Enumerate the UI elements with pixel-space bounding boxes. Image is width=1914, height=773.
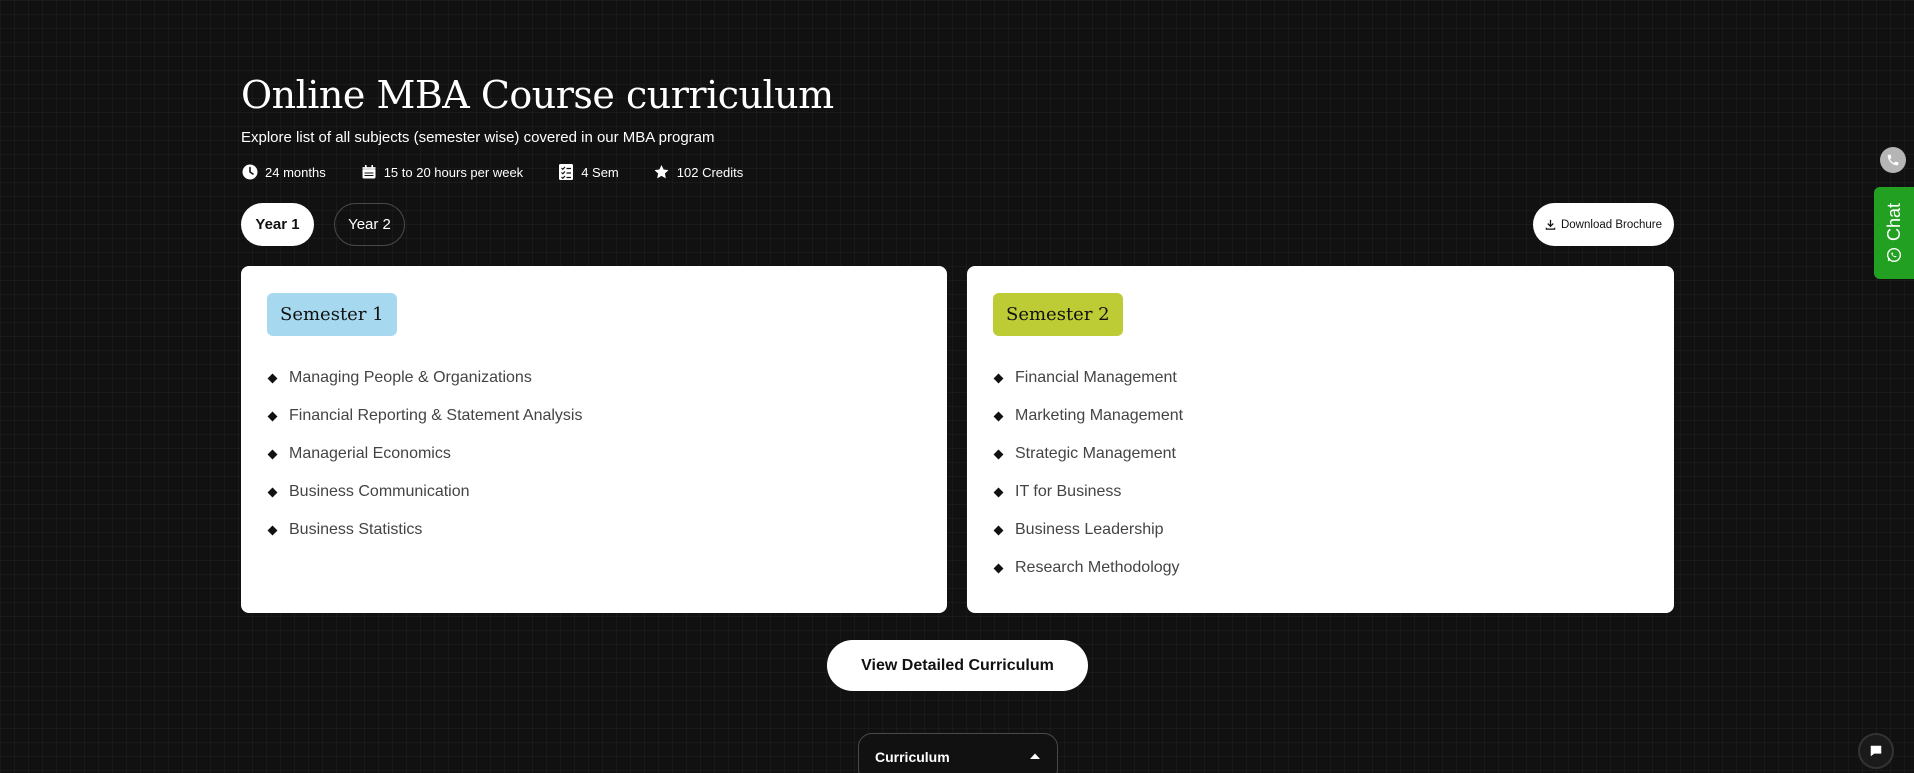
bullet-icon [267, 525, 278, 535]
list-item: Managing People & Organizations [267, 359, 582, 397]
stat-label: 102 Credits [676, 164, 744, 180]
semester-badge: Semester 2 [993, 293, 1123, 336]
subject-list: Financial Management Marketing Managemen… [993, 359, 1184, 587]
phone-icon [1886, 153, 1900, 167]
message-icon [1869, 744, 1883, 758]
semester-card-2: Semester 2 Financial Management Marketin… [967, 266, 1674, 613]
stat-hours: 15 to 20 hours per week [360, 163, 523, 181]
stat-label: 15 to 20 hours per week [383, 164, 524, 180]
list-item: Financial Management [993, 359, 1183, 397]
list-item: Strategic Management [993, 435, 1183, 473]
clock-icon [241, 163, 259, 181]
subject-label: Strategic Management [1015, 445, 1176, 462]
subject-label: Managing People & Organizations [289, 369, 532, 386]
list-item: IT for Business [993, 473, 1183, 511]
bullet-icon [993, 563, 1004, 573]
stat-label: 24 months [265, 164, 326, 180]
subject-label: IT for Business [1015, 483, 1122, 500]
whatsapp-icon [1886, 247, 1902, 263]
subject-label: Business Communication [289, 483, 470, 500]
subject-label: Marketing Management [1015, 407, 1184, 424]
semester-badge: Semester 1 [267, 293, 397, 336]
list-item: Research Methodology [993, 549, 1183, 587]
page-title: Online MBA Course curriculum [241, 73, 834, 117]
subject-label: Business Leadership [1015, 521, 1164, 538]
calendar-icon [360, 163, 378, 181]
list-item: Business Communication [267, 473, 582, 511]
subject-list: Managing People & Organizations Financia… [267, 359, 583, 549]
bullet-icon [267, 373, 278, 383]
bullet-icon [993, 411, 1004, 421]
bullet-icon [993, 525, 1004, 535]
subject-label: Research Methodology [1015, 559, 1180, 576]
subject-label: Financial Reporting & Statement Analysis [289, 407, 583, 424]
bullet-icon [267, 449, 278, 459]
bullet-icon [267, 411, 278, 421]
view-detailed-curriculum-button[interactable]: View Detailed Curriculum [827, 640, 1088, 691]
chevron-up-icon [1029, 749, 1041, 760]
semester-card-1: Semester 1 Managing People & Organizatio… [241, 266, 947, 613]
tab-year-1[interactable]: Year 1 [241, 203, 314, 246]
stat-credits: 102 Credits [653, 163, 743, 181]
chat-button[interactable]: Chat [1874, 187, 1914, 279]
course-stats: 24 months 15 to 20 hours per week 4 Sem … [241, 162, 777, 182]
bullet-icon [993, 373, 1004, 383]
subject-label: Financial Management [1015, 369, 1177, 386]
list-item: Business Leadership [993, 511, 1183, 549]
list-item: Business Statistics [267, 511, 582, 549]
stat-semesters: 4 Sem [557, 163, 619, 181]
list-item: Marketing Management [993, 397, 1184, 435]
chat-label: Chat [1883, 202, 1904, 242]
tab-year-2[interactable]: Year 2 [334, 203, 405, 246]
bullet-icon [993, 487, 1004, 497]
phone-button[interactable] [1880, 147, 1906, 173]
page-subtitle: Explore list of all subjects (semester w… [241, 129, 715, 146]
list-item: Financial Reporting & Statement Analysis [267, 397, 583, 435]
stat-duration: 24 months [241, 163, 326, 181]
download-brochure-label: Download Brochure [1560, 218, 1662, 231]
subject-label: Managerial Economics [289, 445, 451, 462]
bullet-icon [993, 449, 1004, 459]
list-item: Managerial Economics [267, 435, 582, 473]
checklist-icon [557, 163, 575, 181]
message-button[interactable] [1858, 733, 1894, 769]
stat-label: 4 Sem [581, 164, 619, 180]
download-brochure-button[interactable]: Download Brochure [1533, 203, 1674, 246]
subject-label: Business Statistics [289, 521, 423, 538]
download-icon [1545, 219, 1556, 230]
curriculum-dropdown-label: Curriculum [875, 749, 950, 765]
star-icon [653, 163, 671, 181]
bullet-icon [267, 487, 278, 497]
curriculum-dropdown[interactable]: Curriculum [858, 733, 1058, 773]
